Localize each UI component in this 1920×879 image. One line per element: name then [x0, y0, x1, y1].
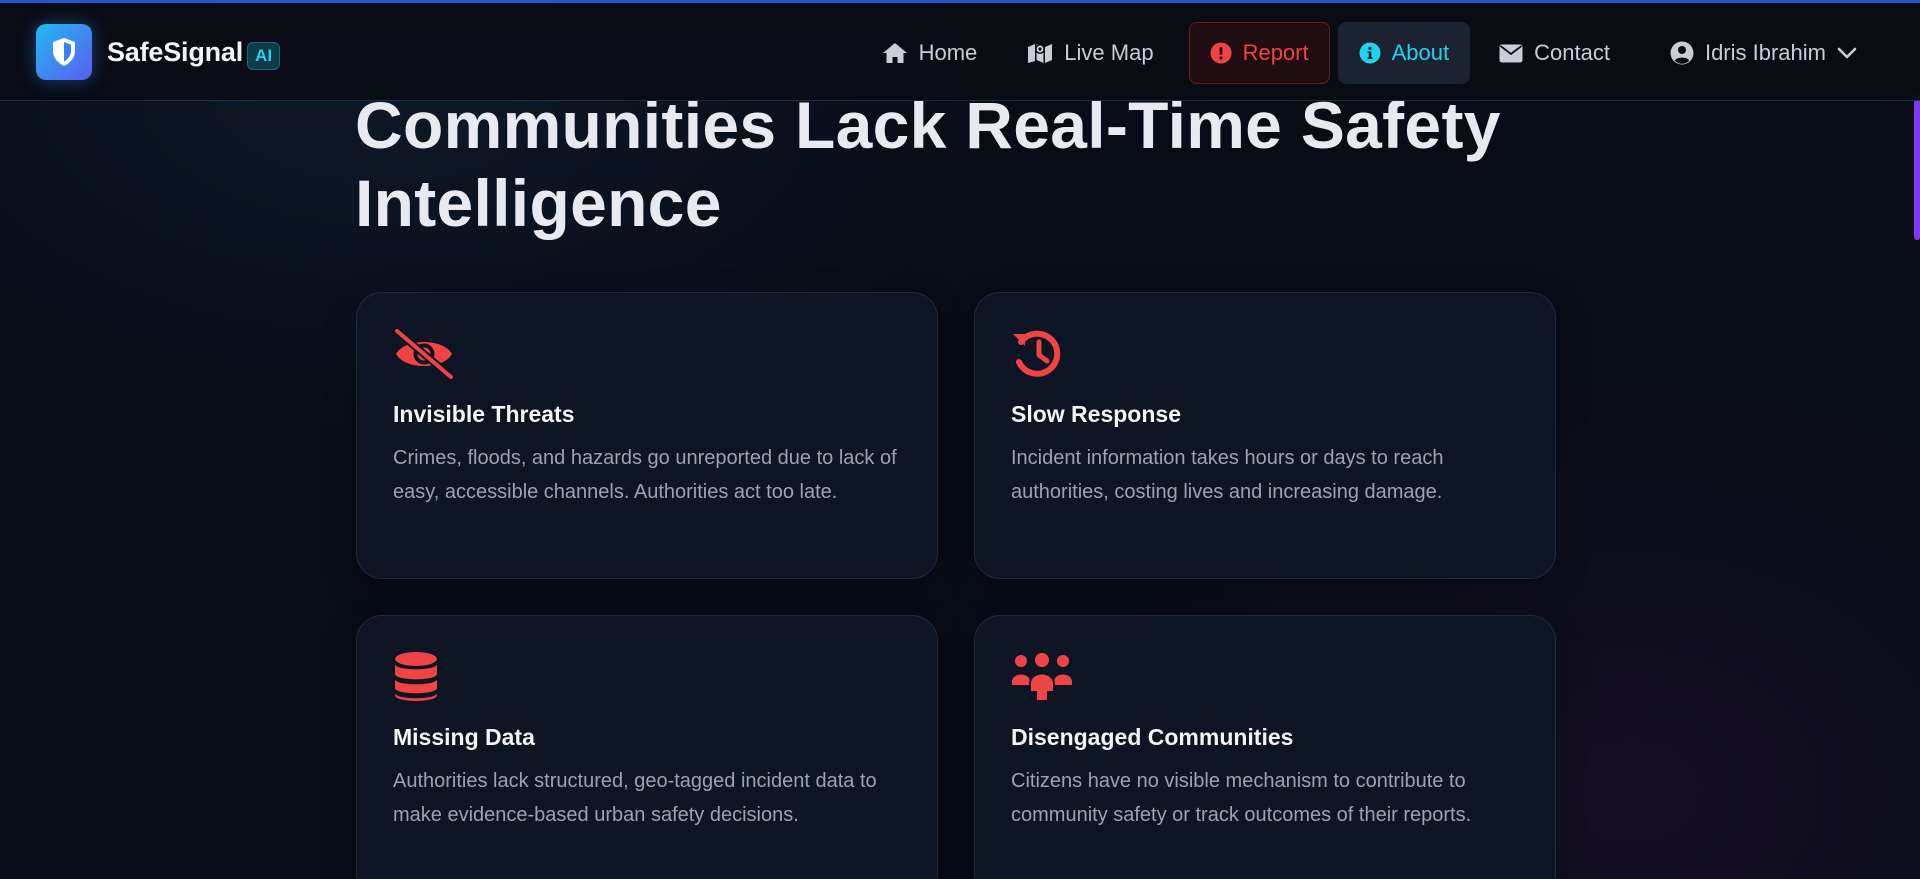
history-clock-icon — [1011, 327, 1075, 381]
card-description: Citizens have no visible mechanism to co… — [1011, 770, 1472, 826]
nav-about[interactable]: About — [1337, 22, 1471, 84]
card-description: Authorities lack structured, geo-tagged … — [393, 770, 877, 826]
brand[interactable]: SafeSignal AI — [36, 24, 281, 80]
nav-report[interactable]: Report — [1188, 22, 1330, 84]
user-menu[interactable]: Idris Ibrahim — [1649, 22, 1864, 84]
people-group-icon — [1011, 650, 1075, 704]
card-description: Crimes, floods, and hazards go unreporte… — [393, 447, 897, 503]
nav-about-label: About — [1391, 40, 1450, 65]
eye-slash-icon — [393, 327, 457, 381]
nav-report-label: Report — [1242, 40, 1309, 65]
card-title: Slow Response — [1011, 401, 1181, 427]
home-icon — [882, 43, 907, 63]
scroll-indicator[interactable] — [1914, 94, 1920, 240]
card-description: Incident information takes hours or days… — [1011, 447, 1444, 503]
brand-name: SafeSignal — [107, 36, 244, 67]
section-headline: Communities Lack Real-Time Safety Intell… — [355, 86, 1555, 242]
exclamation-circle-icon — [1210, 42, 1232, 64]
problem-card-invisible-threats: Invisible Threats Crimes, floods, and ha… — [356, 292, 938, 579]
envelope-icon — [1499, 44, 1523, 62]
card-title: Invisible Threats — [393, 401, 575, 427]
main-nav: Home Live Map Report About Contact Idris… — [861, 22, 1864, 84]
problem-card-disengaged-communities: Disengaged Communities Citizens have no … — [974, 615, 1556, 879]
user-name: Idris Ibrahim — [1704, 40, 1826, 65]
card-title: Disengaged Communities — [1011, 724, 1294, 750]
shield-logo-icon — [36, 24, 92, 80]
database-icon — [393, 650, 457, 704]
headline-line-2: Intelligence — [355, 166, 722, 240]
nav-home-label: Home — [918, 40, 978, 65]
map-icon — [1028, 44, 1053, 63]
navbar: SafeSignal AI Home Live Map Report About… — [0, 3, 1920, 101]
nav-live-map-label: Live Map — [1064, 40, 1154, 65]
nav-contact-label: Contact — [1534, 40, 1610, 65]
problem-card-slow-response: Slow Response Incident information takes… — [974, 292, 1556, 579]
nav-home[interactable]: Home — [861, 22, 999, 84]
nav-live-map[interactable]: Live Map — [1006, 22, 1174, 84]
card-title: Missing Data — [393, 724, 535, 750]
info-circle-icon — [1359, 42, 1381, 64]
problem-card-missing-data: Missing Data Authorities lack structured… — [356, 615, 938, 879]
ai-badge: AI — [247, 42, 281, 70]
nav-contact[interactable]: Contact — [1478, 22, 1631, 84]
user-circle-icon — [1670, 41, 1694, 65]
chevron-down-icon — [1837, 47, 1857, 59]
